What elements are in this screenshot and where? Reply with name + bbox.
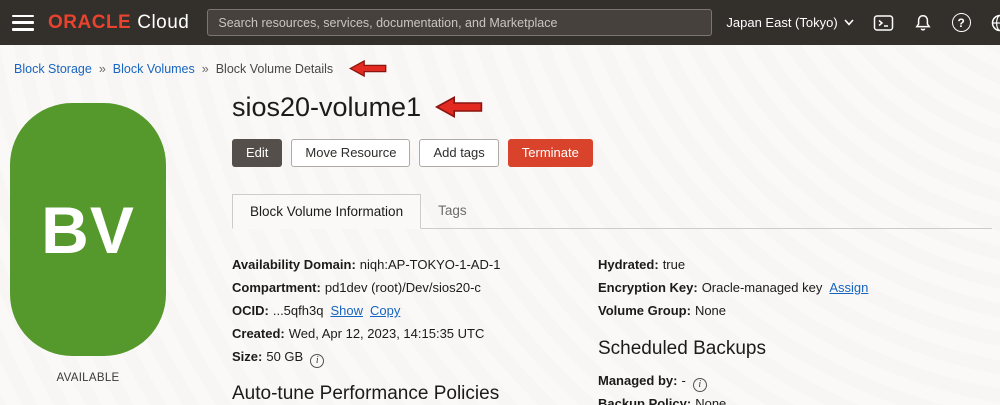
topbar-right: Japan East (Tokyo) ? xyxy=(726,12,1000,34)
page-title: sios20-volume1 xyxy=(232,92,422,122)
breadcrumb-block-volumes[interactable]: Block Volumes xyxy=(113,62,195,76)
chevron-down-icon xyxy=(844,19,854,26)
add-tags-button[interactable]: Add tags xyxy=(419,139,499,167)
info-icon[interactable]: i xyxy=(310,353,325,368)
breadcrumb: Block Storage » Block Volumes » Block Vo… xyxy=(14,59,387,78)
main-content: sios20-volume1 Edit Move Resource Add ta… xyxy=(232,90,992,405)
badge-text: BV xyxy=(41,192,135,267)
field-volume-group: Volume Group: None xyxy=(598,303,727,318)
tab-bar: Block Volume Information Tags xyxy=(232,194,992,229)
breadcrumb-current: Block Volume Details xyxy=(215,61,334,76)
breadcrumb-block-storage[interactable]: Block Storage xyxy=(14,62,92,76)
encryption-assign-link[interactable]: Assign xyxy=(829,280,868,295)
oracle-cloud-logo[interactable]: ORACLE Cloud xyxy=(48,12,189,34)
details-right-column: Hydrated: true Encryption Key: Oracle-mana… xyxy=(598,253,992,405)
help-icon[interactable]: ? xyxy=(951,13,971,32)
annotation-arrow-icon xyxy=(435,96,483,118)
top-bar: ORACLE Cloud Japan East (Tokyo) xyxy=(0,0,1000,45)
field-managed-by: Managed by: - i xyxy=(598,369,992,392)
field-ocid: OCID: ...5qfh3q Show Copy xyxy=(232,303,401,318)
field-availability-domain: Availability Domain: niqh:AP-TOKYO-1-AD-1 xyxy=(232,257,501,272)
section-heading-scheduled-backups: Scheduled Backups xyxy=(598,338,766,359)
cloud-shell-icon[interactable] xyxy=(873,13,894,33)
field-backup-policy: Backup Policy: None xyxy=(598,396,727,405)
field-size: Size: 50 GB i xyxy=(232,345,598,368)
bell-icon[interactable] xyxy=(913,13,933,33)
tab-block-volume-information[interactable]: Block Volume Information xyxy=(232,194,422,229)
global-search xyxy=(207,9,713,36)
edit-button[interactable]: Edit xyxy=(232,139,283,167)
info-icon[interactable]: i xyxy=(692,377,707,392)
status-badge: AVAILABLE xyxy=(56,372,120,384)
details-panel: Availability Domain: niqh:AP-TOKYO-1-AD-1… xyxy=(232,253,992,405)
brand-oracle: ORACLE xyxy=(48,11,132,33)
annotation-arrow-icon xyxy=(349,59,387,78)
region-selector[interactable]: Japan East (Tokyo) xyxy=(726,15,854,30)
action-bar: Edit Move Resource Add tags Terminate xyxy=(232,139,992,167)
brand-cloud: Cloud xyxy=(137,11,190,33)
field-hydrated: Hydrated: true xyxy=(598,257,686,272)
search-input[interactable] xyxy=(207,9,713,36)
tab-tags[interactable]: Tags xyxy=(421,194,484,228)
details-left-column: Availability Domain: niqh:AP-TOKYO-1-AD-1… xyxy=(232,253,598,405)
field-compartment: Compartment: pd1dev (root)/Dev/sios20-c xyxy=(232,280,481,295)
breadcrumb-separator: » xyxy=(201,61,209,76)
region-label: Japan East (Tokyo) xyxy=(726,15,838,30)
block-volume-badge: BV xyxy=(10,103,166,356)
menu-icon[interactable] xyxy=(12,14,34,31)
field-encryption-key: Encryption Key: Oracle-managed key Assign xyxy=(598,280,869,295)
ocid-show-link[interactable]: Show xyxy=(330,303,363,318)
page: ORACLE Cloud Japan East (Tokyo) xyxy=(0,0,1000,405)
globe-icon[interactable] xyxy=(990,13,1000,33)
terminate-button[interactable]: Terminate xyxy=(507,139,593,167)
move-resource-button[interactable]: Move Resource xyxy=(291,139,411,167)
ocid-copy-link[interactable]: Copy xyxy=(370,303,400,318)
field-created: Created: Wed, Apr 12, 2023, 14:15:35 UTC xyxy=(232,326,485,341)
breadcrumb-separator: » xyxy=(98,61,106,76)
section-heading-autotune: Auto-tune Performance Policies xyxy=(232,383,500,404)
